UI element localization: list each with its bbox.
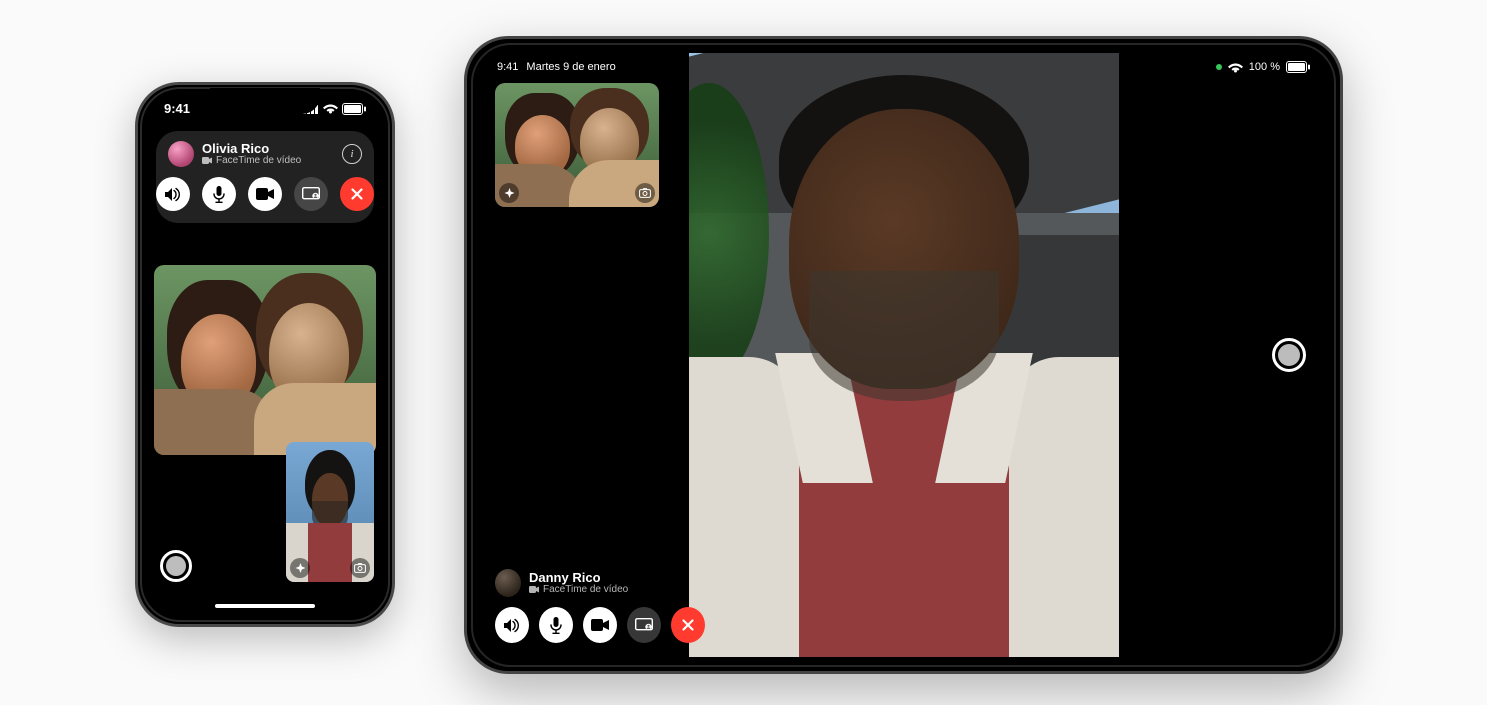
live-photo-shutter-button[interactable] [1272,338,1306,372]
remote-video-feed[interactable] [154,265,376,455]
wifi-icon [1228,62,1243,73]
live-photo-shutter-button[interactable] [160,550,192,582]
info-button[interactable]: i [342,144,362,164]
mic-button[interactable] [202,177,236,211]
speaker-button[interactable] [495,607,529,643]
share-screen-button[interactable] [627,607,661,643]
caller-info-row: Danny Rico FaceTime de vídeo [495,569,705,597]
call-controls-row [495,607,705,643]
camera-indicator-icon [1216,64,1222,70]
caller-subtitle: FaceTime de vídeo [529,584,705,595]
wifi-icon [323,103,338,114]
home-indicator[interactable] [215,604,315,608]
battery-percentage: 100 % [1249,61,1280,73]
caller-subtitle: FaceTime de vídeo [202,155,334,166]
iphone-screen: 9:41 Olivia Rico [146,93,384,616]
end-call-button[interactable] [340,177,374,211]
ipad-status-bar: 9:41 Martes 9 de enero 100 % [481,61,1326,73]
effects-button[interactable] [499,183,519,203]
caller-name: Danny Rico [529,571,705,584]
self-view-pip[interactable] [286,442,374,582]
mic-button[interactable] [539,607,573,643]
iphone-device-frame: 9:41 Olivia Rico [135,82,395,627]
caller-info-row: Olivia Rico FaceTime de vídeo i [168,141,362,167]
status-time: 9:41 [497,61,518,73]
remote-participants-illustration [154,265,376,455]
iphone-notch [210,88,320,114]
share-screen-button[interactable] [294,177,328,211]
call-controls-group: Danny Rico FaceTime de vídeo [495,569,705,643]
end-call-button[interactable] [671,607,705,643]
caller-avatar[interactable] [495,569,521,597]
call-controls-card: Olivia Rico FaceTime de vídeo i [156,131,374,223]
video-camera-icon [202,157,212,164]
effects-button[interactable] [290,558,310,578]
caller-name: Olivia Rico [202,142,334,155]
self-view-illustration [495,83,659,207]
battery-icon [342,103,366,115]
self-view-pip[interactable] [495,83,659,207]
remote-video-feed[interactable] [689,53,1119,657]
status-date: Martes 9 de enero [526,61,615,73]
status-time: 9:41 [164,101,190,116]
battery-icon [1286,61,1310,73]
speaker-button[interactable] [156,177,190,211]
call-controls-row [168,177,362,211]
caller-avatar[interactable] [168,141,194,167]
camera-button[interactable] [583,607,617,643]
flip-camera-button[interactable] [635,183,655,203]
ipad-device-frame: 9:41 Martes 9 de enero 100 % [464,36,1343,674]
video-camera-icon [529,586,539,593]
camera-button[interactable] [248,177,282,211]
ipad-screen: 9:41 Martes 9 de enero 100 % [481,53,1326,657]
flip-camera-button[interactable] [350,558,370,578]
